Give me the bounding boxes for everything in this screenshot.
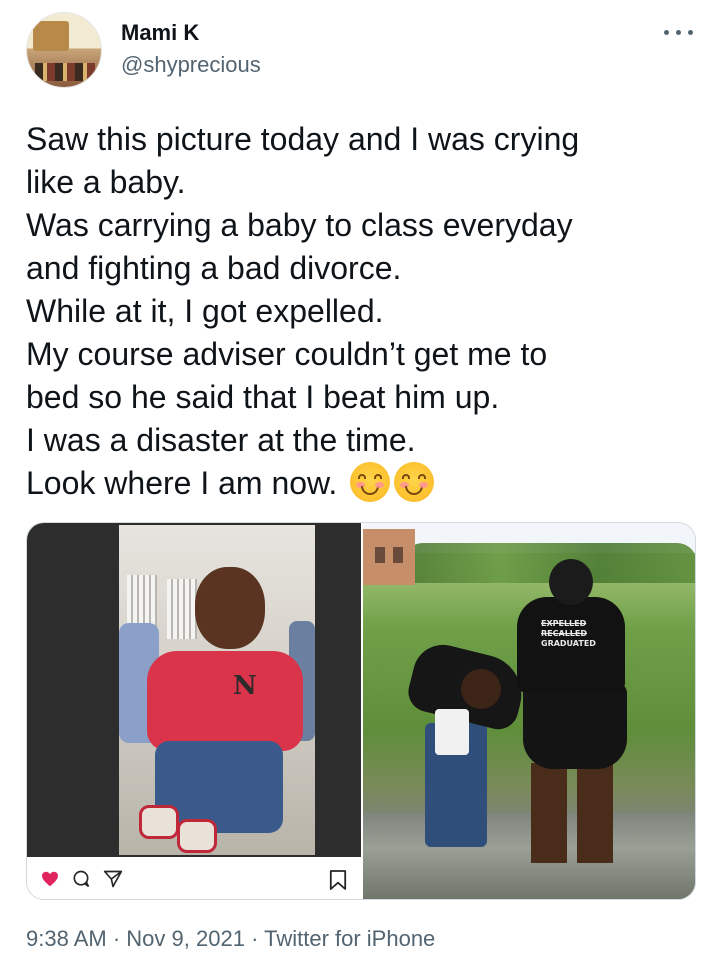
tweet-line: Was carrying a baby to class everyday <box>26 207 573 243</box>
tweet-line: Look where I am now. <box>26 465 338 501</box>
tweet-line: I was a disaster at the time. <box>26 422 416 458</box>
shirt-line-graduated: GRADUATED <box>541 639 596 648</box>
tweet-line: My course adviser couldn’t get me to <box>26 336 548 372</box>
tweet-time: 9:38 AM <box>26 926 107 951</box>
baby-head <box>195 567 265 649</box>
share-icon <box>103 870 123 888</box>
separator: · <box>112 926 121 951</box>
man-head <box>461 669 501 709</box>
comment-icon <box>73 870 90 888</box>
heart-icon <box>42 871 58 887</box>
bookmark-icon <box>329 870 347 890</box>
tweet-time-link[interactable]: 9:38 AM · Nov 9, 2021 <box>26 926 245 951</box>
sweater-letter: N <box>233 671 257 701</box>
tweet-line: and fighting a bad divorce. <box>26 250 402 286</box>
tweet-date: Nov 9, 2021 <box>126 926 245 951</box>
wet-ground <box>363 813 695 899</box>
baby-shoe <box>139 805 179 839</box>
smiling-face-emoji-icon <box>350 462 391 502</box>
separator: · <box>251 926 259 951</box>
avatar[interactable] <box>26 12 102 88</box>
author-display-name[interactable]: Mami K <box>121 20 199 46</box>
media-photo-graduation[interactable]: EXPELLED RECALLED GRADUATED <box>363 523 695 899</box>
more-options-icon[interactable] <box>662 22 696 42</box>
tweet-source-link[interactable]: Twitter for iPhone <box>264 926 435 951</box>
window <box>167 579 197 639</box>
avatar-logo <box>33 21 69 51</box>
tweet-line: While at it, I got expelled. <box>26 293 384 329</box>
smiling-face-emoji-icon <box>394 462 435 502</box>
media-photo-baby[interactable]: N <box>27 523 361 899</box>
avatar-photo-strip <box>35 63 95 81</box>
tweet-timestamp: 9:38 AM · Nov 9, 2021 · Twitter for iPho… <box>26 926 435 952</box>
shirt-print: EXPELLED RECALLED GRADUATED <box>541 619 621 649</box>
baby-shoe <box>177 819 217 853</box>
shirt-line-expelled: EXPELLED <box>541 619 587 628</box>
media-grid[interactable]: N EXPELLED RECALLED GRADUATED <box>26 522 696 900</box>
instagram-action-bar <box>27 857 361 899</box>
woman-legs <box>531 763 613 863</box>
tweet-line: bed so he said that I beat him up. <box>26 379 500 415</box>
shirt-line-recalled: RECALLED <box>541 629 587 638</box>
baby-sweater: N <box>147 651 303 751</box>
woman-skirt <box>523 683 627 769</box>
tweet-line: Saw this picture today and I was crying <box>26 121 580 157</box>
author-handle[interactable]: @shyprecious <box>121 52 261 78</box>
tweet-text: Saw this picture today and I was crying … <box>26 118 696 505</box>
woman-head <box>549 559 593 605</box>
man-towel <box>435 709 469 755</box>
tweet: Mami K @shyprecious Saw this picture tod… <box>0 0 720 960</box>
tweet-line: like a baby. <box>26 164 186 200</box>
building <box>363 529 415 585</box>
